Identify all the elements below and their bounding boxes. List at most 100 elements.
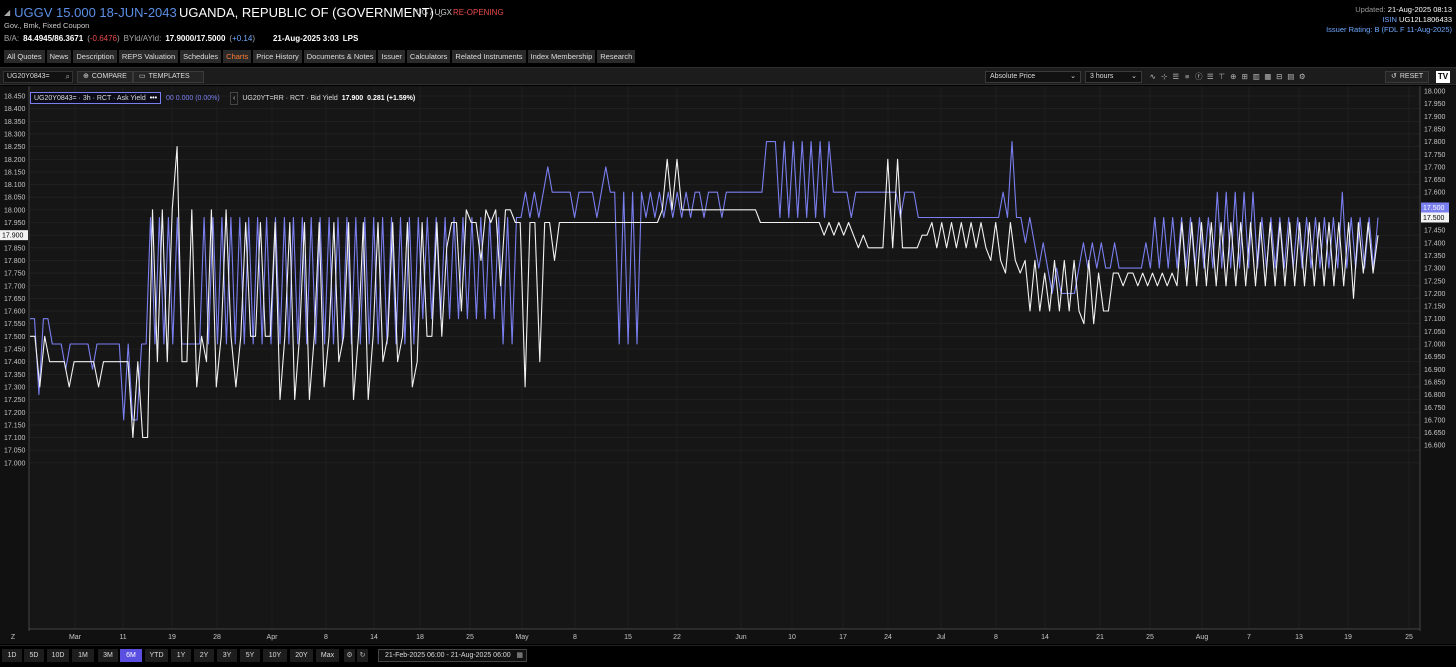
search-icon[interactable]: ⌕ (66, 72, 70, 82)
range-10d[interactable]: 10D (47, 649, 69, 662)
templates-button[interactable]: ▭ TEMPLATES (133, 71, 204, 83)
tab-issuer[interactable]: Issuer (378, 50, 405, 63)
ask-yield-legend[interactable]: UG20Y0843= · 3h · RCT · Ask Yield ••• (30, 92, 162, 104)
quote-source: LPS (342, 34, 359, 43)
rating-value: B (FDL F 11-Aug-2025) (1374, 25, 1452, 34)
calendar-icon[interactable]: ▦ (516, 650, 523, 661)
range-2y[interactable]: 2Y (194, 649, 214, 662)
tab-news[interactable]: News (46, 50, 72, 63)
x-tick: 21 (1096, 634, 1104, 641)
reset-button[interactable]: ↺ RESET (1385, 71, 1430, 83)
tab-all-quotes[interactable]: All Quotes (4, 50, 45, 63)
range-max[interactable]: Max (316, 649, 339, 662)
y-left-tick: 18.000 (4, 207, 26, 214)
range-10y[interactable]: 10Y (263, 649, 287, 662)
range-1m[interactable]: 1M (72, 649, 94, 662)
bars-icon[interactable]: ▥ (1251, 71, 1263, 83)
ask-series-name: UG20Y0843= · 3h · RCT · Ask Yield (34, 94, 146, 102)
issuer-rating-link[interactable]: Issuer Rating: B (FDL F 11-Aug-2025) (1326, 25, 1452, 35)
y-right-tick: 17.150 (1424, 304, 1446, 311)
yield-chart[interactable]: 18.450 18.400 18.350 18.300 18.250 18.200 18.1… (0, 86, 1456, 644)
tradingview-logo: TV (1436, 71, 1450, 83)
bid-yield-legend[interactable]: ‹ UG20YT=RR · RCT · Bid Yield 17.900 0.2… (230, 91, 415, 105)
y-right-tick: 17.050 (1424, 329, 1446, 336)
range-5d[interactable]: 5D (24, 649, 44, 662)
x-tick: May (515, 634, 529, 641)
y-left-tick: 18.300 (4, 131, 26, 138)
table-icon[interactable]: ☰ (1170, 71, 1182, 83)
x-tick: 11 (119, 634, 126, 641)
settings-icon[interactable]: ⚙ (1297, 71, 1309, 83)
range-1y[interactable]: 1Y (171, 649, 191, 662)
compare-button[interactable]: ⊕ COMPARE (77, 71, 133, 83)
align-icon[interactable]: ☰ (1205, 71, 1217, 83)
range-6m[interactable]: 6M (120, 649, 142, 662)
range-20y[interactable]: 20Y (290, 649, 313, 662)
area-icon[interactable]: ▤ (1285, 71, 1297, 83)
range-3y[interactable]: 3Y (217, 649, 237, 662)
tab-price-history[interactable]: Price History (253, 50, 302, 63)
line-tool-icon[interactable]: ∿ (1147, 71, 1159, 83)
quote-datetime: 21-Aug-2025 3:03 (272, 34, 339, 43)
measure-icon[interactable]: ⊤ (1216, 71, 1228, 83)
y-left-tick: 17.250 (4, 397, 26, 404)
yield-change-close: ) (252, 34, 255, 43)
issuer-name[interactable]: UGANDA, REPUBLIC OF (GOVERNMENT) ⌄ (179, 5, 444, 20)
y-right-tick: 18.000 (1424, 89, 1446, 96)
refresh-icon[interactable]: ↻ (357, 649, 368, 662)
y-left-tick: 17.650 (4, 296, 26, 303)
draw-icon[interactable]: ⓕ (1193, 71, 1205, 83)
bid-ask-change-close: ) (117, 34, 120, 43)
range-bar: 1D 5D 10D 1M 3M 6M YTD 1Y 2Y 3Y 5Y 10Y 20Y Max ⚙ ↻ 21-F… (0, 645, 1456, 667)
x-tick: Apr (267, 634, 279, 641)
currency-pair: UG / UGX (416, 8, 453, 17)
updated-value: 21-Aug-2025 08:13 (1387, 5, 1452, 14)
indicator-icon[interactable]: ≡ (1182, 71, 1194, 83)
date-range-picker[interactable]: 21-Feb-2025 06:00 - 21-Aug-2025 06:00 ▦ (378, 649, 527, 662)
layout-icon[interactable]: ⊞ (1239, 71, 1251, 83)
compare-label: COMPARE (91, 73, 127, 80)
x-tick: 8 (573, 634, 577, 641)
settings-icon[interactable]: ⚙ (344, 649, 355, 662)
interval-select[interactable]: 3 hours ⌄ (1085, 71, 1142, 83)
tab-research[interactable]: Research (597, 50, 636, 63)
tab-calculators[interactable]: Calculators (406, 50, 451, 63)
collapse-legend-icon[interactable]: ‹ (230, 91, 239, 105)
x-tick: 17 (839, 634, 847, 641)
tab-charts[interactable]: Charts (223, 50, 252, 63)
lines-icon[interactable]: ⊟ (1274, 71, 1286, 83)
tab-index-membership[interactable]: Index Membership (527, 50, 596, 63)
ric-text: UG20Y0843= (7, 73, 50, 80)
tab-reps-valuation[interactable]: REPS Valuation (118, 50, 179, 63)
zoom-icon[interactable]: ⊕ (1228, 71, 1240, 83)
more-options-icon[interactable]: ••• (150, 93, 157, 104)
ric-search-input[interactable]: UG20Y0843= ⌕ (3, 71, 73, 83)
y-left-tick: 18.150 (4, 169, 26, 176)
range-5y[interactable]: 5Y (240, 649, 260, 662)
y-right-tick: 16.700 (1424, 417, 1446, 424)
x-tick: 10 (788, 634, 796, 641)
candles-icon[interactable]: ▦ (1262, 71, 1274, 83)
tab-related-instruments[interactable]: Related Instruments (452, 50, 526, 63)
price-mode-select[interactable]: Absolute Price ⌄ (985, 71, 1081, 83)
bid-series-name: UG20YT=RR · RCT · Bid Yield (242, 94, 338, 102)
quote-line: B/A: 84.4945/86.3671 (-0.6476) BYld/AYld… (4, 34, 358, 43)
tab-schedules[interactable]: Schedules (180, 50, 222, 63)
crosshair-icon[interactable]: ⊹ (1159, 71, 1171, 83)
tab-documents-notes[interactable]: Documents & Notes (303, 50, 377, 63)
y-right-tick: 17.350 (1424, 253, 1446, 260)
range-1d[interactable]: 1D (2, 649, 22, 662)
y-right-tick: 17.300 (1424, 266, 1446, 273)
range-ytd[interactable]: YTD (145, 649, 168, 662)
tab-description[interactable]: Description (73, 50, 117, 63)
instrument-header: ◢ UGGV 15.000 18-JUN-2043 UGANDA, REPUBL… (0, 0, 1456, 48)
expand-arrow-icon[interactable]: ◢ (4, 8, 10, 17)
y-right-tick: 17.800 (1424, 139, 1446, 146)
x-tick: 8 (324, 634, 328, 641)
y-right-tick: 16.650 (1424, 430, 1446, 437)
instrument-ticker[interactable]: ◢ UGGV 15.000 18-JUN-2043 (4, 5, 177, 20)
range-3m[interactable]: 3M (98, 649, 118, 662)
x-tick: Jul (937, 634, 946, 641)
ask-yield-values: 00 0.000 (0.00%) (166, 94, 220, 102)
y-left-tick: 18.450 (4, 94, 26, 101)
